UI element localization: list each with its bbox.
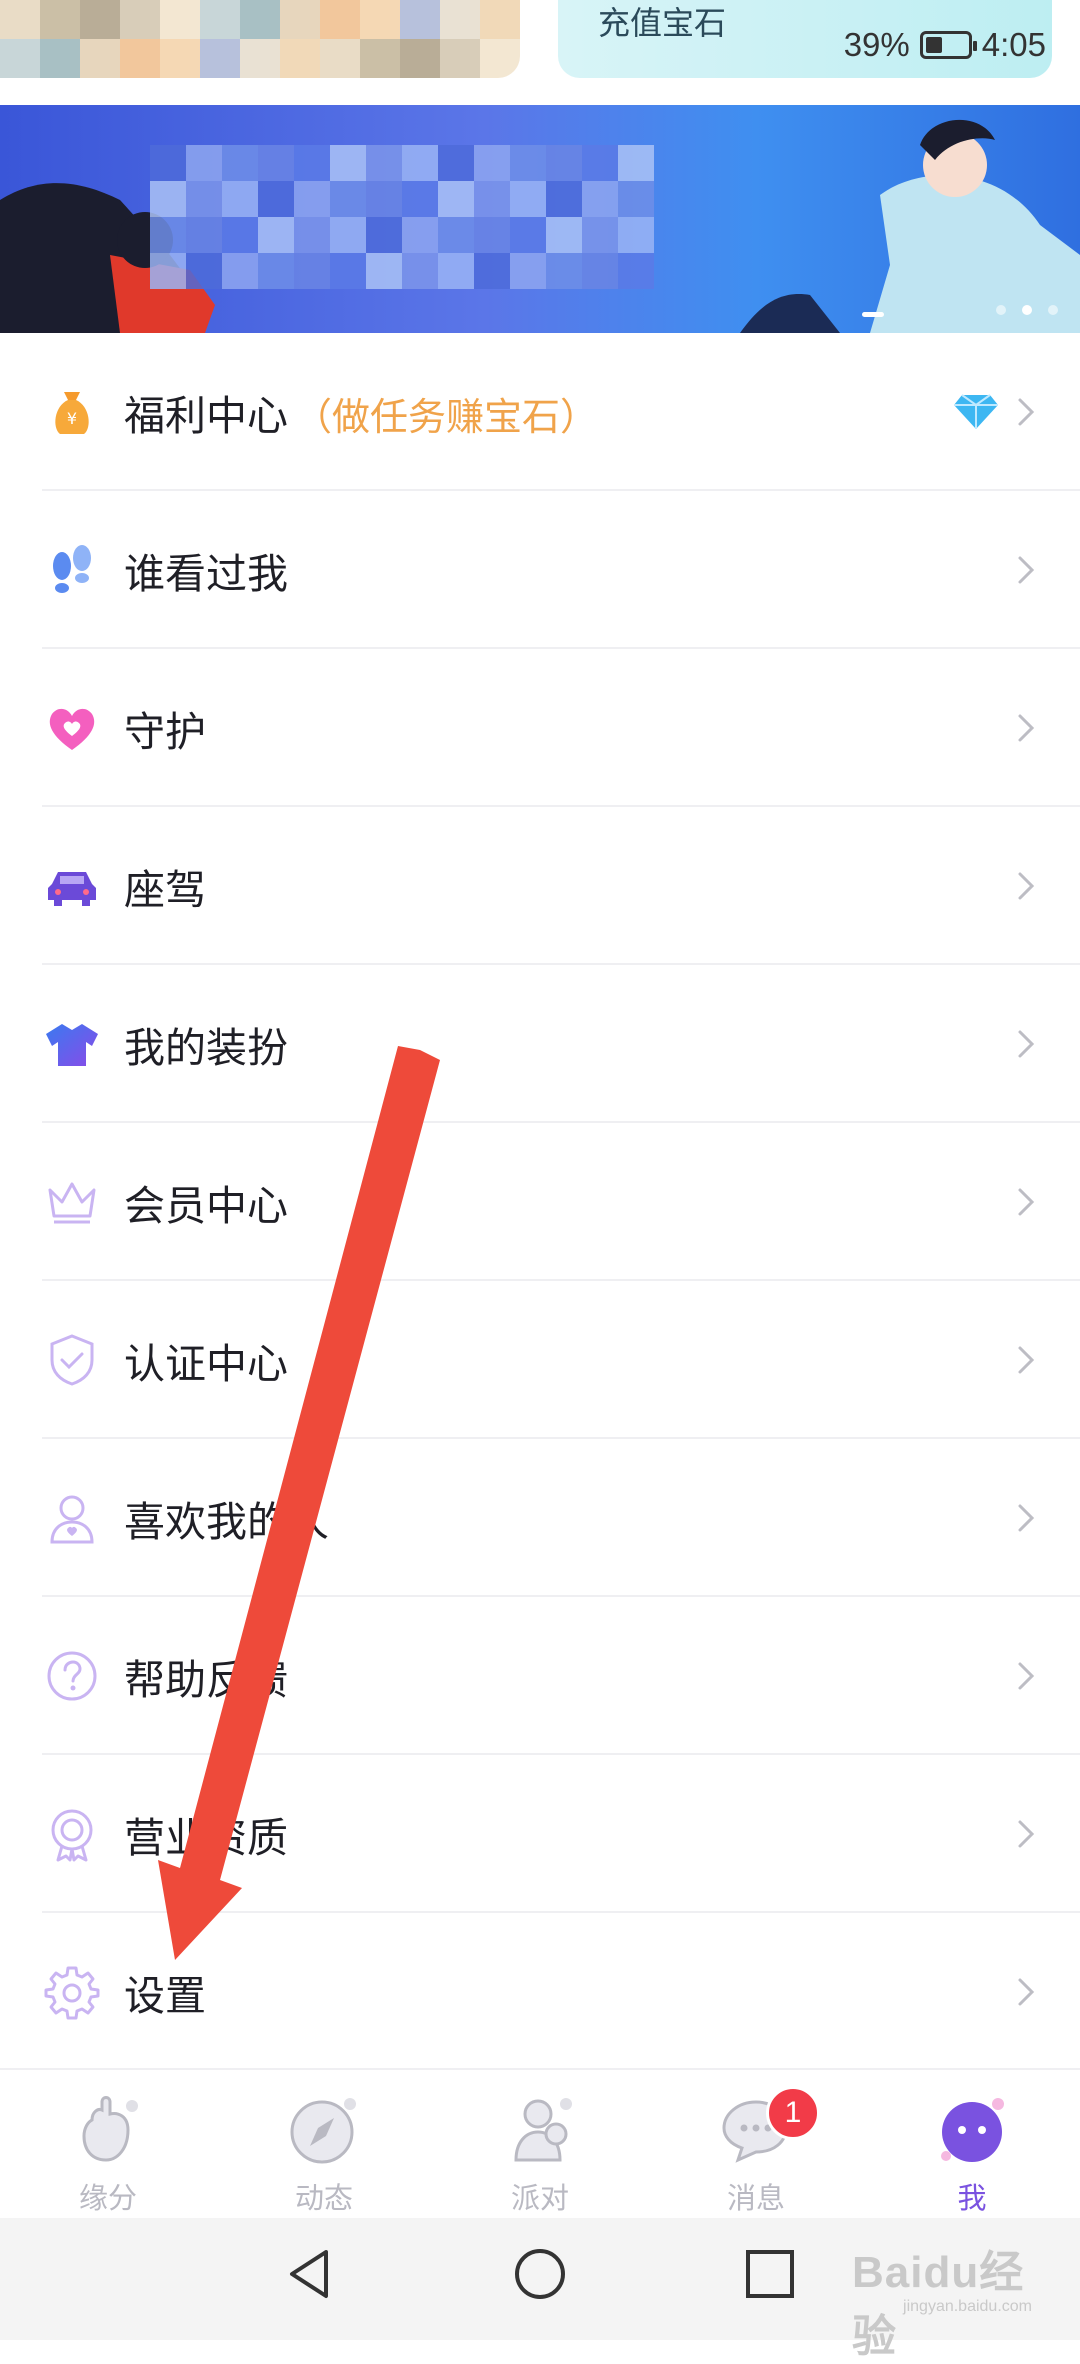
watermark-sub: jingyan.baidu.com	[903, 2298, 1032, 2315]
battery-percent: 39%	[843, 26, 910, 63]
menu-item-visitors[interactable]: 谁看过我	[0, 491, 1080, 649]
banner-dot	[1022, 305, 1032, 315]
menu-item-verification[interactable]: 认证中心	[0, 1281, 1080, 1439]
chevron-right-icon	[1018, 1346, 1035, 1374]
menu-item-label: 座驾	[124, 866, 206, 914]
chevron-right-icon	[1018, 398, 1035, 426]
tab-label: 动态	[294, 2181, 353, 2215]
chevron-right-icon	[1018, 1662, 1035, 1690]
baidu-jingyan-watermark: Baidu经验 jingyan.baidu.com	[852, 2236, 1042, 2361]
banner-dash	[862, 312, 884, 317]
recents-icon[interactable]	[744, 2246, 796, 2302]
menu-item-label: 喜欢我的人	[124, 1498, 329, 1546]
menu-item-sub: （做任务赚宝石）	[294, 395, 599, 439]
compass-icon	[290, 2098, 356, 2164]
menu-item-label: 帮助反馈	[124, 1656, 288, 1704]
tab-label: 消息	[726, 2181, 785, 2215]
tshirt-icon	[46, 1024, 98, 1066]
chevron-right-icon	[1018, 1978, 1035, 2006]
heart-icon	[49, 708, 95, 750]
recharge-label: 充值宝石	[598, 4, 727, 42]
person-heart-icon	[50, 1495, 94, 1544]
tab-party[interactable]: 派对	[432, 2070, 648, 2220]
menu-item-business-license[interactable]: 营业资质	[0, 1755, 1080, 1913]
chevron-right-icon	[1018, 1188, 1035, 1216]
bottom-tab-bar: 缘分 动态 派对 1 消息 我	[0, 2068, 1080, 2220]
question-circle-icon	[47, 1651, 97, 1701]
menu-item-likes-me[interactable]: 喜欢我的人	[0, 1439, 1080, 1597]
hand-icon	[82, 2096, 138, 2162]
chevron-right-icon	[1018, 1030, 1035, 1058]
people-icon	[514, 2098, 572, 2162]
banner-dot	[1048, 305, 1058, 315]
menu-item-label: 谁看过我	[124, 550, 288, 598]
blurred-user-strip	[0, 0, 520, 78]
car-icon	[48, 872, 96, 906]
chevron-right-icon	[1018, 1504, 1035, 1532]
diamond-icon	[954, 394, 998, 429]
home-icon[interactable]	[512, 2246, 568, 2302]
chevron-right-icon	[1018, 1820, 1035, 1848]
tab-me[interactable]: 我	[864, 2070, 1080, 2220]
medal-icon	[51, 1809, 93, 1862]
promo-banner[interactable]	[0, 105, 1080, 333]
menu-item-welfare-center[interactable]: ¥ 福利中心 （做任务赚宝石）	[0, 333, 1080, 491]
menu-item-label: 设置	[124, 1972, 206, 2020]
clock: 4:05	[981, 26, 1046, 63]
tab-label: 我	[957, 2181, 987, 2215]
menu-item-label: 我的装扮	[124, 1024, 288, 1072]
menu-item-outfits[interactable]: 我的装扮	[0, 965, 1080, 1123]
menu-item-label: 守护	[124, 708, 206, 756]
menu-item-vehicle[interactable]: 座驾	[0, 807, 1080, 965]
battery-icon	[919, 31, 977, 59]
tab-messages[interactable]: 1 消息	[648, 2070, 864, 2220]
menu-item-help-feedback[interactable]: 帮助反馈	[0, 1597, 1080, 1755]
shield-check-icon	[50, 1334, 94, 1386]
top-bar: 充值宝石 39% 4:05	[0, 0, 1080, 105]
money-bag-icon: ¥	[55, 392, 89, 434]
menu-item-label: 福利中心	[124, 392, 288, 440]
crown-icon	[48, 1182, 96, 1224]
profile-menu: ¥ 福利中心 （做任务赚宝石） 谁看过我 守护 座驾 我的装扮 会员中心 认证中…	[0, 333, 1080, 2071]
menu-item-membership[interactable]: 会员中心	[0, 1123, 1080, 1281]
chevron-right-icon	[1018, 872, 1035, 900]
banner-dot	[996, 305, 1006, 315]
chevron-right-icon	[1018, 556, 1035, 584]
profile-face-icon	[941, 2098, 1004, 2162]
menu-item-label: 认证中心	[124, 1340, 288, 1388]
banner-illustration-right	[740, 119, 1080, 333]
chevron-right-icon	[1018, 714, 1035, 742]
menu-item-label: 营业资质	[124, 1814, 288, 1862]
tab-fate[interactable]: 缘分	[0, 2070, 216, 2220]
gear-icon	[44, 1966, 100, 2020]
menu-item-settings[interactable]: 设置	[0, 1913, 1080, 2071]
back-icon[interactable]	[284, 2246, 336, 2302]
tab-label: 缘分	[78, 2181, 137, 2215]
unread-badge: 1	[766, 2086, 820, 2140]
footprints-icon	[53, 545, 91, 593]
tab-label: 派对	[510, 2181, 569, 2215]
banner-pagination	[996, 305, 1058, 315]
tab-moments[interactable]: 动态	[216, 2070, 432, 2220]
status-bar: 39% 4:05	[844, 26, 1046, 64]
menu-item-label: 会员中心	[124, 1182, 288, 1230]
svg-text:¥: ¥	[67, 409, 77, 428]
menu-item-guardian[interactable]: 守护	[0, 649, 1080, 807]
